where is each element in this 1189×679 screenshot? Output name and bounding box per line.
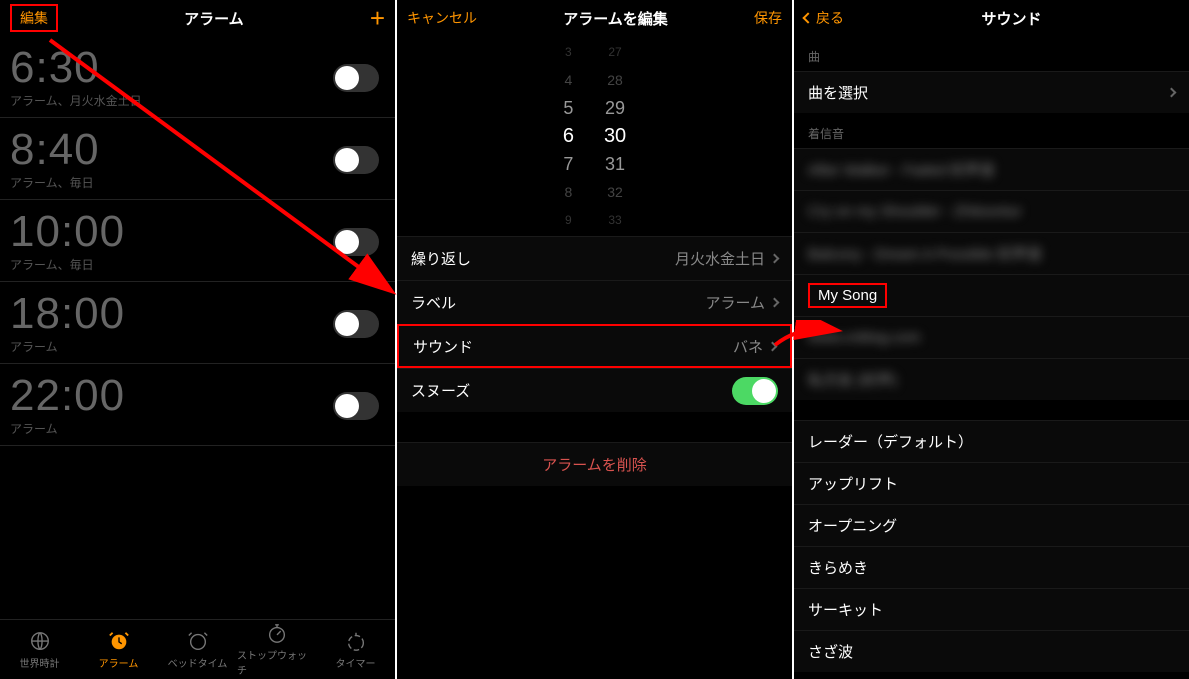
alarm-row[interactable]: 22:00 アラーム: [0, 364, 395, 446]
tab-label: ストップウォッチ: [237, 647, 316, 677]
repeat-row[interactable]: 繰り返し 月火水金土日: [397, 236, 792, 280]
section-header-songs: 曲: [794, 36, 1189, 71]
alarm-time: 22:00: [10, 374, 125, 418]
tab-alarm[interactable]: アラーム: [79, 620, 158, 679]
choose-song-row[interactable]: 曲を選択: [794, 71, 1189, 113]
snooze-switch[interactable]: [732, 377, 778, 405]
ringtone-row[interactable]: アップリフト: [794, 462, 1189, 504]
alarm-time: 10:00: [10, 210, 125, 254]
navbar: キャンセル アラームを編集 保存: [397, 0, 792, 36]
row-label: 繰り返し: [411, 248, 471, 269]
edit-button[interactable]: 編集: [10, 4, 58, 32]
ringtone-row[interactable]: サーキット: [794, 588, 1189, 630]
tab-bar: 世界時計 アラーム ベッドタイム ストップウォッチ タイマー: [0, 619, 395, 679]
chevron-left-icon: [802, 12, 813, 23]
section-header-ringtones: 着信音: [794, 113, 1189, 148]
stopwatch-icon: [266, 622, 288, 644]
alarm-switch[interactable]: [333, 64, 379, 92]
row-label: サウンド: [413, 336, 473, 357]
alarm-time: 8:40: [10, 128, 100, 172]
bedtime-icon: [187, 630, 209, 652]
ringtone-row[interactable]: Cry on my Shoulder - Zhitoontur: [794, 190, 1189, 232]
alarm-list: 6:30 アラーム、月火水金土日 8:40 アラーム、毎日 10:00 アラーム、毎日…: [0, 36, 395, 619]
cancel-button[interactable]: キャンセル: [407, 8, 477, 28]
edit-alarm-pane: キャンセル アラームを編集 保存 3 4 5 6 7 8 9 27 28 29 …: [397, 0, 792, 679]
alarm-row[interactable]: 10:00 アラーム、毎日: [0, 200, 395, 282]
tab-bedtime[interactable]: ベッドタイム: [158, 620, 237, 679]
alarm-list-pane: 編集 アラーム + 6:30 アラーム、月火水金土日 8:40 アラーム、毎日 10…: [0, 0, 395, 679]
alarm-sub: アラーム、毎日: [10, 256, 125, 273]
hour-column[interactable]: 3 4 5 6 7 8 9: [563, 38, 574, 234]
sound-row[interactable]: サウンド バネ: [397, 324, 792, 368]
alarm-sub: アラーム、月火水金土日: [10, 92, 142, 109]
tab-label: 世界時計: [20, 655, 60, 670]
alarm-row[interactable]: 8:40 アラーム、毎日: [0, 118, 395, 200]
chevron-right-icon: [1167, 88, 1177, 98]
alarm-row[interactable]: 6:30 アラーム、月火水金土日: [0, 36, 395, 118]
chevron-right-icon: [770, 298, 780, 308]
alarm-sub: アラーム: [10, 420, 125, 437]
alarm-row[interactable]: 18:00 アラーム: [0, 282, 395, 364]
settings-list: 繰り返し 月火水金土日 ラベル アラーム サウンド バネ スヌーズ: [397, 236, 792, 412]
alarm-sub: アラーム、毎日: [10, 174, 100, 191]
sound-pane: 戻る サウンド 曲 曲を選択 着信音 After Walker - Faded …: [794, 0, 1189, 679]
tab-world-clock[interactable]: 世界時計: [0, 620, 79, 679]
tab-stopwatch[interactable]: ストップウォッチ: [237, 620, 316, 679]
navbar: 戻る サウンド: [794, 0, 1189, 36]
row-label: スヌーズ: [411, 380, 470, 401]
tab-label: アラーム: [99, 655, 139, 670]
ringtone-row[interactable]: 私方友 (好声): [794, 358, 1189, 400]
alarm-switch[interactable]: [333, 310, 379, 338]
add-alarm-button[interactable]: +: [370, 5, 385, 31]
alarm-switch[interactable]: [333, 392, 379, 420]
ringtone-row[interactable]: きらめき: [794, 546, 1189, 588]
tab-label: タイマー: [336, 655, 376, 670]
ringtone-row[interactable]: オープニング: [794, 504, 1189, 546]
page-title: サウンド: [981, 8, 1041, 29]
timer-icon: [345, 630, 367, 652]
alarm-switch[interactable]: [333, 228, 379, 256]
label-row[interactable]: ラベル アラーム: [397, 280, 792, 324]
save-button[interactable]: 保存: [754, 8, 782, 28]
time-picker[interactable]: 3 4 5 6 7 8 9 27 28 29 30 31 32 33: [397, 36, 792, 236]
tab-label: ベッドタイム: [168, 655, 228, 670]
alarm-sub: アラーム: [10, 338, 125, 355]
page-title: アラームを編集: [563, 8, 668, 29]
ringtone-row[interactable]: After Walker - Faded 好声音: [794, 148, 1189, 190]
ringtone-row-mysong[interactable]: My Song: [794, 274, 1189, 316]
row-label: ラベル: [411, 292, 456, 313]
minute-column[interactable]: 27 28 29 30 31 32 33: [604, 38, 626, 234]
chevron-right-icon: [768, 341, 778, 351]
ringtone-row[interactable]: さざ波: [794, 630, 1189, 672]
alarm-time: 18:00: [10, 292, 125, 336]
globe-icon: [29, 630, 51, 652]
alarm-switch[interactable]: [333, 146, 379, 174]
navbar: 編集 アラーム +: [0, 0, 395, 36]
back-button[interactable]: 戻る: [804, 8, 844, 28]
alarm-time: 6:30: [10, 46, 142, 90]
delete-alarm-button[interactable]: アラームを削除: [397, 442, 792, 486]
ringtone-row[interactable]: www.cnblog.com: [794, 316, 1189, 358]
chevron-right-icon: [770, 254, 780, 264]
ringtone-row[interactable]: Balcony - Dream A Possible 好声音: [794, 232, 1189, 274]
ringtone-row[interactable]: レーダー（デフォルト）: [794, 420, 1189, 462]
page-title: アラーム: [184, 8, 244, 29]
tab-timer[interactable]: タイマー: [316, 620, 395, 679]
alarm-icon: [108, 630, 130, 652]
snooze-row: スヌーズ: [397, 368, 792, 412]
